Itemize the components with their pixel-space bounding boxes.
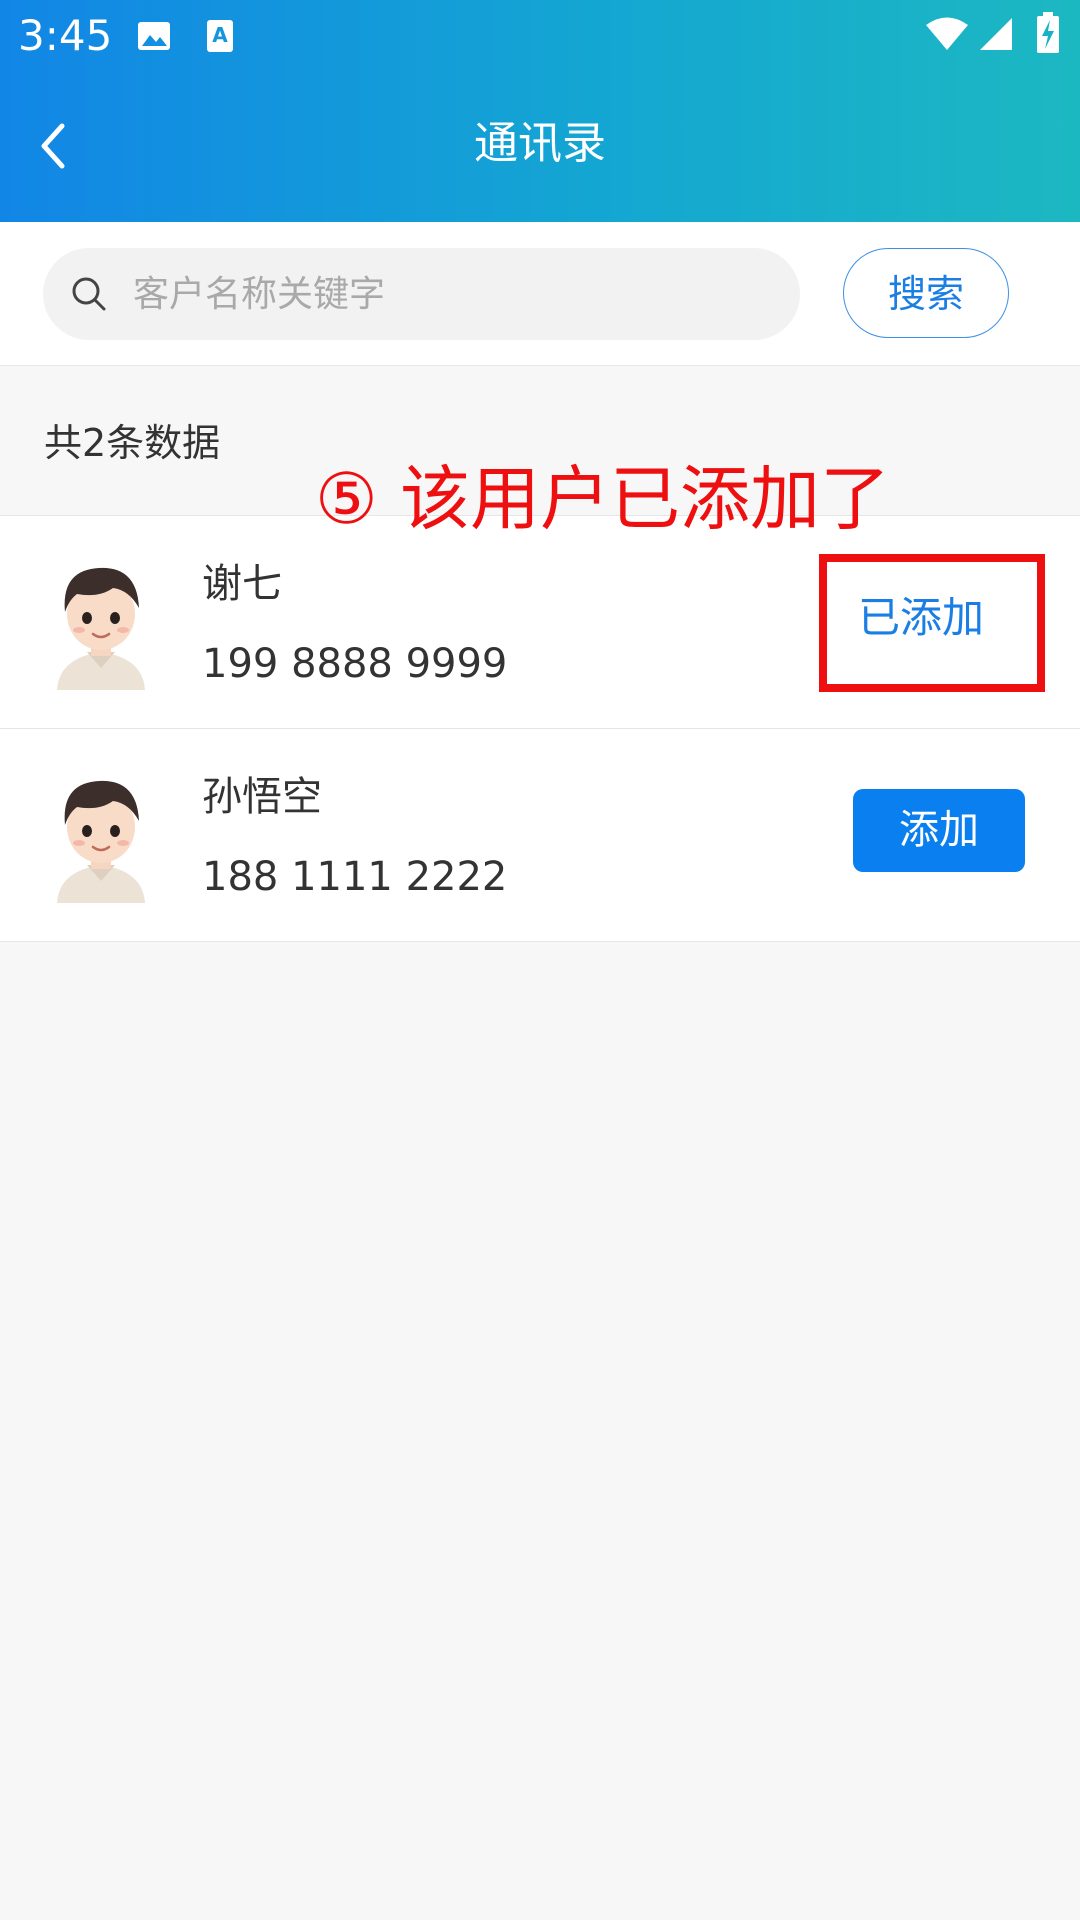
contact-name: 谢七 xyxy=(202,561,282,607)
search-bar: 搜索 xyxy=(0,222,1080,366)
result-count: 共2条数据 xyxy=(44,421,221,465)
contact-phone: 199 8888 9999 xyxy=(202,641,508,687)
svg-text:A: A xyxy=(212,23,228,47)
avatar xyxy=(29,759,173,903)
search-icon xyxy=(72,277,106,311)
wifi-icon xyxy=(926,17,968,50)
screen: 3:45 A 通讯录 客户名称关键字 搜索 共2条数据 谢七 199 8888 … xyxy=(0,0,1080,1920)
contact-phone: 188 1111 2222 xyxy=(202,854,508,900)
status-time: 3:45 xyxy=(18,11,113,60)
contact-row: 孙悟空 188 1111 2222 添加 xyxy=(0,729,1080,942)
contact-name: 孙悟空 xyxy=(202,774,322,820)
search-field[interactable] xyxy=(43,248,800,340)
app-header: 3:45 A 通讯录 xyxy=(0,0,1080,222)
add-contact-button[interactable]: 添加 xyxy=(853,789,1025,872)
annotation-highlight-box xyxy=(819,554,1045,692)
search-input[interactable] xyxy=(123,248,793,340)
avatar xyxy=(29,546,173,690)
annotation-text: ⑤ 该用户已添加了 xyxy=(315,458,891,540)
signal-icon xyxy=(980,18,1012,50)
page-title: 通讯录 xyxy=(474,118,606,169)
battery-charging-icon xyxy=(1037,12,1059,53)
image-icon xyxy=(138,22,170,50)
search-button[interactable]: 搜索 xyxy=(843,248,1009,338)
text-a-icon: A xyxy=(207,20,233,52)
